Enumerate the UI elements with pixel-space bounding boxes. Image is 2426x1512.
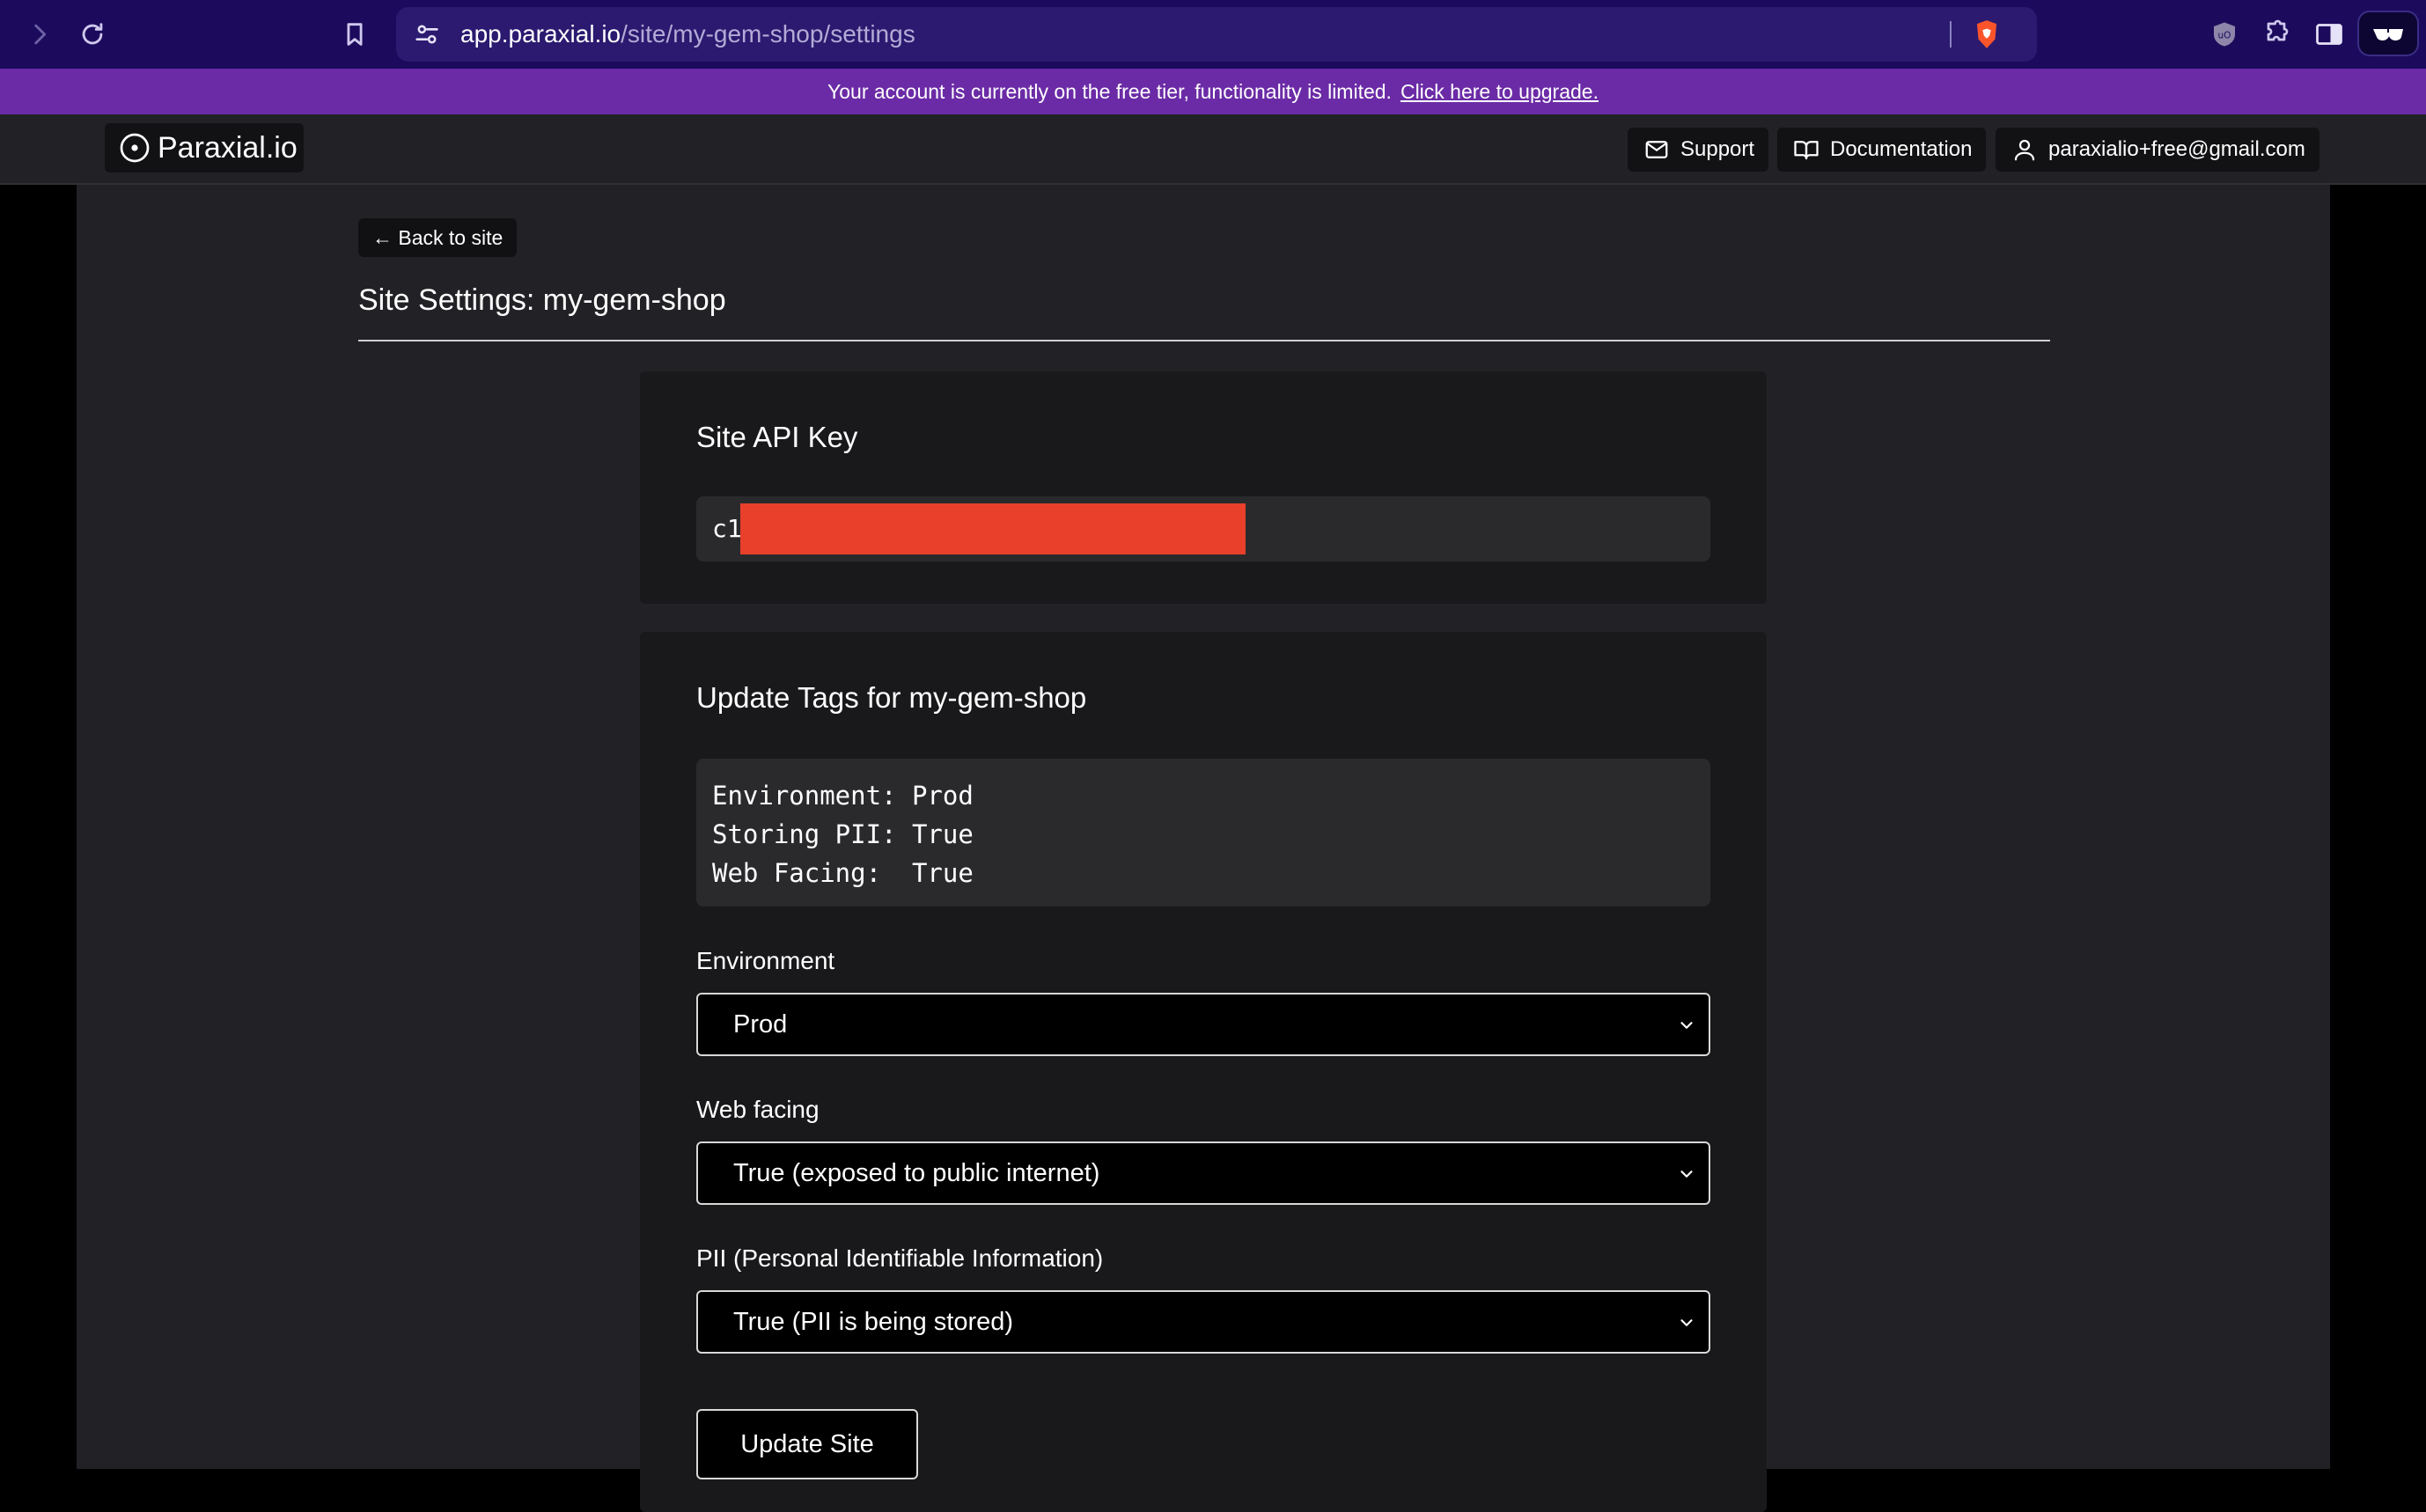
address-bar[interactable]: app.paraxial.io/site/my-gem-shop/setting… xyxy=(396,7,2037,62)
paraxial-logo[interactable]: Paraxial.io xyxy=(105,123,304,172)
api-key-prefix: c1 xyxy=(712,514,742,543)
update-tags-title: Update Tags for my-gem-shop xyxy=(696,681,1087,714)
web-facing-select-value: True (exposed to public internet) xyxy=(733,1159,1100,1187)
page-gutter-left xyxy=(0,185,77,1469)
pii-select[interactable]: True (PII is being stored) xyxy=(696,1290,1710,1354)
book-open-icon xyxy=(1794,141,1819,160)
profile-button[interactable] xyxy=(2357,11,2419,56)
update-site-button[interactable]: Update Site xyxy=(696,1409,918,1479)
forward-button[interactable] xyxy=(18,12,62,56)
user-icon xyxy=(2014,139,2035,161)
documentation-label: Documentation xyxy=(1830,137,1973,161)
banner-message: Your account is currently on the free ti… xyxy=(827,79,1392,103)
page-gutter-right xyxy=(2330,185,2426,1469)
brave-shields-icon[interactable] xyxy=(1970,18,2003,51)
user-account-button[interactable]: paraxialio+free@gmail.com xyxy=(1996,128,2319,172)
reload-button[interactable] xyxy=(70,12,114,56)
update-tags-card: Update Tags for my-gem-shop Environment:… xyxy=(640,632,1767,1512)
logo-circle-icon xyxy=(120,133,150,163)
url-separator xyxy=(1950,21,1952,48)
browser-toolbar: app.paraxial.io/site/my-gem-shop/setting… xyxy=(0,0,2426,69)
web-facing-select[interactable]: True (exposed to public internet) xyxy=(696,1141,1710,1205)
url-host: app.paraxial.io xyxy=(460,20,621,48)
page-title: Site Settings: my-gem-shop xyxy=(358,283,726,317)
svg-text:uO: uO xyxy=(2218,31,2231,41)
support-button[interactable]: Support xyxy=(1628,128,1769,172)
environment-label: Environment xyxy=(696,947,835,974)
reload-icon xyxy=(82,23,103,45)
extensions-button[interactable] xyxy=(2258,16,2295,53)
api-key-card: Site API Key c1 xyxy=(640,371,1767,604)
tag-summary-environment: Environment: Prod xyxy=(712,781,974,811)
shield-icon: uO xyxy=(2214,22,2235,47)
environment-select-value: Prod xyxy=(733,1010,788,1039)
chevron-down-icon xyxy=(1680,1319,1693,1326)
url-text: app.paraxial.io/site/my-gem-shop/setting… xyxy=(460,7,915,62)
app-header: Paraxial.io Support Documentation paraxi… xyxy=(0,114,2426,185)
private-glasses-icon xyxy=(2373,29,2403,40)
tags-summary: Environment: Prod Storing PII: True Web … xyxy=(696,759,1710,906)
tag-summary-pii: Storing PII: True xyxy=(712,819,974,849)
ublock-extension-button[interactable]: uO xyxy=(2206,16,2243,53)
back-to-site-button[interactable]: ← Back to site xyxy=(358,218,518,257)
web-facing-label: Web facing xyxy=(696,1096,820,1123)
bookmark-button[interactable] xyxy=(333,12,377,56)
logo-text: Paraxial.io xyxy=(158,130,298,165)
pii-label: PII (Personal Identifiable Information) xyxy=(696,1244,1104,1272)
tag-summary-web-facing: Web Facing: True xyxy=(712,858,974,888)
user-email: paraxialio+free@gmail.com xyxy=(2048,137,2305,161)
sidebar-icon xyxy=(2316,24,2342,45)
site-settings-icon[interactable] xyxy=(412,19,442,49)
title-divider xyxy=(358,340,2050,341)
free-tier-banner: Your account is currently on the free ti… xyxy=(0,69,2426,114)
main-content: ← Back to site Site Settings: my-gem-sho… xyxy=(77,185,2330,1512)
chevron-down-icon xyxy=(1680,1171,1693,1178)
chevron-right-icon xyxy=(34,24,47,45)
sidebar-toggle-button[interactable] xyxy=(2311,16,2348,53)
url-path: /site/my-gem-shop/settings xyxy=(621,20,915,48)
bookmark-icon xyxy=(347,23,363,46)
support-label: Support xyxy=(1680,137,1755,161)
api-key-title: Site API Key xyxy=(696,421,858,453)
documentation-button[interactable]: Documentation xyxy=(1777,128,1987,172)
pii-select-value: True (PII is being stored) xyxy=(733,1308,1014,1336)
chevron-down-icon xyxy=(1680,1022,1693,1029)
upgrade-link[interactable]: Click here to upgrade. xyxy=(1400,80,1599,104)
api-key-field[interactable]: c1 xyxy=(696,496,1710,561)
api-key-redaction xyxy=(740,503,1246,554)
environment-select[interactable]: Prod xyxy=(696,993,1710,1056)
puzzle-icon xyxy=(2267,19,2289,41)
mail-icon xyxy=(1645,141,1668,158)
